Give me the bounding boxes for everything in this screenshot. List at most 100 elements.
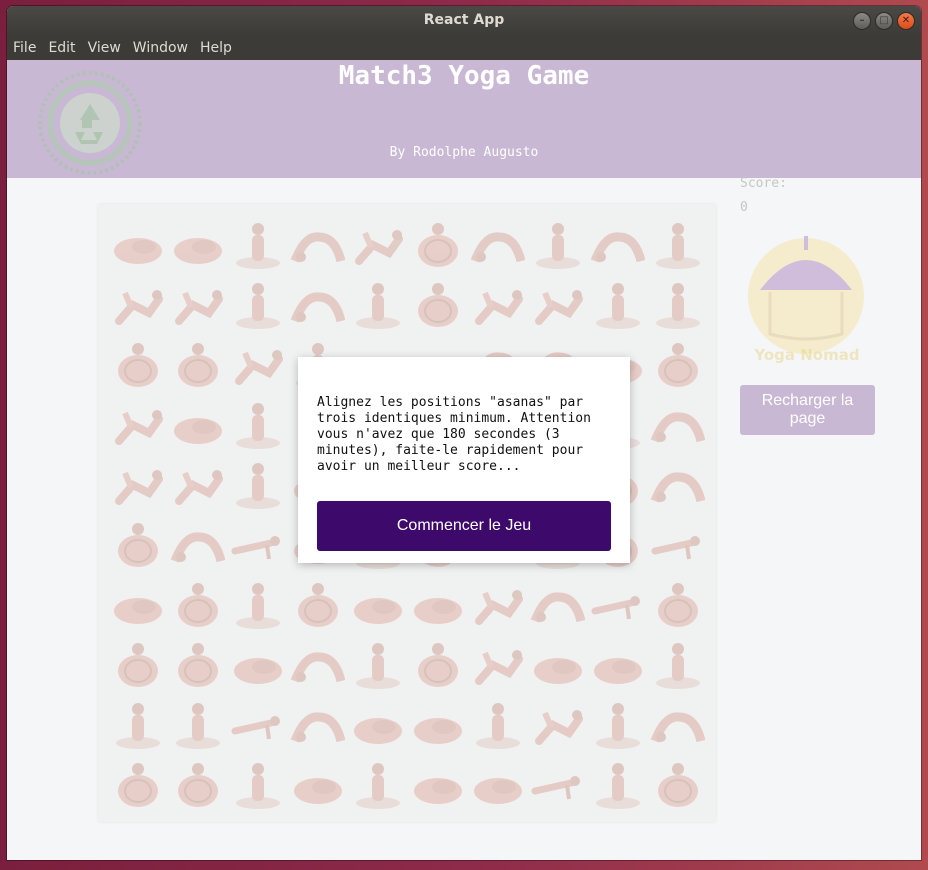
board-tile-lunge[interactable]	[108, 454, 168, 514]
asana-lotus-icon	[418, 223, 458, 267]
board-tile-pushup[interactable]	[228, 694, 288, 754]
board-tile-lotus[interactable]	[648, 334, 708, 394]
board-tile-lunge[interactable]	[168, 454, 228, 514]
asana-reclining-icon	[114, 598, 162, 624]
menu-help[interactable]: Help	[194, 40, 238, 56]
board-tile-lunge[interactable]	[348, 214, 408, 274]
board-tile-seated[interactable]	[228, 454, 288, 514]
board-tile-pushup[interactable]	[588, 574, 648, 634]
board-tile-reclining[interactable]	[288, 754, 348, 814]
board-tile-seated[interactable]	[228, 214, 288, 274]
minimize-icon[interactable]: –	[853, 12, 871, 30]
maximize-icon[interactable]: □	[875, 12, 893, 30]
board-tile-lotus[interactable]	[408, 274, 468, 334]
board-tile-lotus[interactable]	[288, 574, 348, 634]
board-tile-lunge[interactable]	[528, 274, 588, 334]
score-label: Score:	[740, 176, 787, 191]
menu-edit[interactable]: Edit	[42, 40, 81, 56]
board-tile-reclining[interactable]	[408, 574, 468, 634]
board-tile-reclining[interactable]	[348, 694, 408, 754]
close-icon[interactable]: ✕	[897, 12, 915, 30]
asana-bridge-icon	[291, 292, 345, 323]
board-tile-reclining[interactable]	[168, 394, 228, 454]
board-tile-bridge[interactable]	[648, 394, 708, 454]
board-tile-bridge[interactable]	[288, 694, 348, 754]
menu-view[interactable]: View	[82, 40, 127, 56]
asana-reclining-icon	[414, 778, 462, 804]
board-tile-pushup[interactable]	[528, 754, 588, 814]
board-tile-lotus[interactable]	[168, 574, 228, 634]
board-tile-bridge[interactable]	[288, 274, 348, 334]
board-tile-reclining[interactable]	[528, 634, 588, 694]
board-tile-seated[interactable]	[648, 214, 708, 274]
asana-lotus-icon	[118, 763, 158, 807]
asana-reclining-icon	[354, 718, 402, 744]
board-tile-bridge[interactable]	[288, 634, 348, 694]
board-tile-seated[interactable]	[228, 274, 288, 334]
board-tile-lotus[interactable]	[168, 754, 228, 814]
start-game-button[interactable]: Commencer le Jeu	[317, 501, 611, 551]
board-tile-reclining[interactable]	[468, 754, 528, 814]
board-tile-lotus[interactable]	[648, 754, 708, 814]
board-tile-lunge[interactable]	[468, 634, 528, 694]
board-tile-lotus[interactable]	[108, 754, 168, 814]
board-tile-seated[interactable]	[348, 274, 408, 334]
board-tile-seated[interactable]	[588, 694, 648, 754]
board-tile-seated[interactable]	[228, 574, 288, 634]
board-tile-reclining[interactable]	[228, 634, 288, 694]
board-tile-seated[interactable]	[468, 694, 528, 754]
asana-lunge-icon	[115, 410, 163, 445]
board-tile-lotus[interactable]	[168, 334, 228, 394]
board-tile-lunge[interactable]	[528, 694, 588, 754]
board-tile-lotus[interactable]	[408, 634, 468, 694]
board-tile-reclining[interactable]	[168, 214, 228, 274]
board-tile-bridge[interactable]	[168, 514, 228, 574]
board-tile-pushup[interactable]	[648, 514, 708, 574]
asana-seated-icon	[536, 223, 580, 269]
board-tile-lunge[interactable]	[168, 274, 228, 334]
board-tile-reclining[interactable]	[348, 574, 408, 634]
board-tile-lotus[interactable]	[108, 514, 168, 574]
board-tile-lunge[interactable]	[108, 274, 168, 334]
board-tile-reclining[interactable]	[408, 694, 468, 754]
board-tile-bridge[interactable]	[528, 574, 588, 634]
board-tile-seated[interactable]	[348, 754, 408, 814]
board-tile-lunge[interactable]	[468, 574, 528, 634]
board-tile-lotus[interactable]	[108, 334, 168, 394]
board-tile-reclining[interactable]	[108, 574, 168, 634]
board-tile-seated[interactable]	[228, 394, 288, 454]
board-tile-bridge[interactable]	[648, 454, 708, 514]
board-tile-bridge[interactable]	[468, 214, 528, 274]
board-tile-lotus[interactable]	[168, 634, 228, 694]
asana-lotus-icon	[298, 583, 338, 627]
board-tile-bridge[interactable]	[648, 694, 708, 754]
board-tile-seated[interactable]	[168, 694, 228, 754]
board-tile-seated[interactable]	[648, 274, 708, 334]
board-tile-seated[interactable]	[588, 754, 648, 814]
board-tile-lunge[interactable]	[468, 274, 528, 334]
board-tile-seated[interactable]	[348, 634, 408, 694]
board-tile-reclining[interactable]	[108, 214, 168, 274]
board-tile-seated[interactable]	[108, 694, 168, 754]
board-tile-lotus[interactable]	[408, 214, 468, 274]
board-tile-lunge[interactable]	[228, 334, 288, 394]
board-tile-lotus[interactable]	[108, 634, 168, 694]
reload-page-button[interactable]: Recharger la page	[740, 385, 875, 435]
menu-window[interactable]: Window	[127, 40, 194, 56]
board-tile-reclining[interactable]	[588, 634, 648, 694]
asana-lunge-icon	[115, 290, 163, 325]
asana-reclining-icon	[594, 658, 642, 684]
board-tile-lunge[interactable]	[108, 394, 168, 454]
menu-file[interactable]: File	[7, 40, 42, 56]
board-tile-reclining[interactable]	[408, 754, 468, 814]
asana-bridge-icon	[651, 412, 705, 443]
board-tile-lotus[interactable]	[648, 574, 708, 634]
board-tile-bridge[interactable]	[288, 214, 348, 274]
board-tile-seated[interactable]	[588, 274, 648, 334]
asana-lotus-icon	[418, 643, 458, 687]
board-tile-bridge[interactable]	[588, 214, 648, 274]
board-tile-seated[interactable]	[228, 754, 288, 814]
board-tile-pushup[interactable]	[228, 514, 288, 574]
board-tile-seated[interactable]	[648, 634, 708, 694]
board-tile-seated[interactable]	[528, 214, 588, 274]
